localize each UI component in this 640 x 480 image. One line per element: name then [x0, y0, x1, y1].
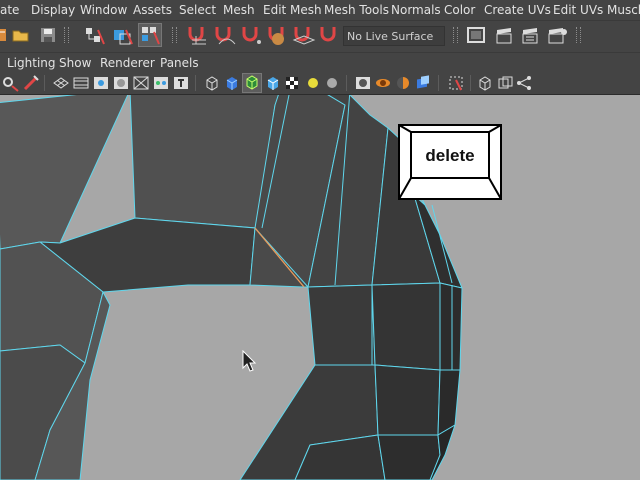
- depth-of-field-icon[interactable]: [414, 74, 432, 92]
- shelf-divider[interactable]: [172, 27, 177, 43]
- menu-normals[interactable]: Normals: [391, 3, 441, 17]
- toolbar-separator: [438, 75, 439, 91]
- film-gate-icon[interactable]: [72, 74, 90, 92]
- hypershade-icon[interactable]: [546, 25, 568, 45]
- toolbar-separator: [346, 75, 347, 91]
- isolate-select-icon[interactable]: [447, 74, 465, 92]
- open-scene-icon[interactable]: [12, 27, 30, 43]
- toolbar-separator: [44, 75, 45, 91]
- menu-color[interactable]: Color: [444, 3, 475, 17]
- toolbar-separator: [195, 75, 196, 91]
- delete-key-overlay: delete: [398, 124, 502, 200]
- shelf-divider[interactable]: [64, 27, 69, 43]
- menu-create[interactable]: ate: [0, 3, 19, 17]
- shadows-icon[interactable]: [323, 74, 341, 92]
- select-component-icon[interactable]: [138, 23, 162, 47]
- new-scene-icon[interactable]: [0, 28, 8, 42]
- keycap-label: delete: [425, 146, 475, 165]
- select-object-icon[interactable]: [112, 26, 134, 46]
- snap-to-point-icon[interactable]: [240, 24, 264, 46]
- menu-assets[interactable]: Assets: [133, 3, 172, 17]
- default-material-icon[interactable]: [264, 74, 282, 92]
- textured-icon[interactable]: [283, 74, 301, 92]
- panel-menu-lighting[interactable]: Lighting: [7, 56, 56, 70]
- menu-select[interactable]: Select: [179, 3, 216, 17]
- menu-mesh[interactable]: Mesh: [223, 3, 255, 17]
- camera-attributes-icon[interactable]: [22, 74, 40, 92]
- grid-icon[interactable]: [52, 74, 70, 92]
- save-scene-icon[interactable]: [40, 27, 56, 43]
- menu-muscle[interactable]: Muscle: [607, 3, 640, 17]
- shelf-divider[interactable]: [453, 27, 458, 43]
- menu-edit-uvs[interactable]: Edit UVs: [553, 3, 603, 17]
- menu-edit-mesh[interactable]: Edit Mesh: [263, 3, 322, 17]
- panel-menubar: Lighting Show Renderer Panels: [0, 52, 640, 73]
- safe-title-icon[interactable]: [172, 74, 190, 92]
- snap-to-view-plane-icon[interactable]: [292, 24, 316, 46]
- safe-action-icon[interactable]: [152, 74, 170, 92]
- cursor-icon: [242, 350, 257, 372]
- render-current-frame-icon[interactable]: [494, 25, 514, 45]
- menu-display[interactable]: Display: [31, 3, 75, 17]
- main-menubar: ate Display Window Assets Select Mesh Ed…: [0, 0, 640, 20]
- xray-icon[interactable]: [476, 74, 494, 92]
- make-live-icon[interactable]: [318, 24, 342, 46]
- snap-to-projected-center-icon[interactable]: [266, 24, 290, 46]
- panel-menu-panels[interactable]: Panels: [160, 56, 199, 70]
- camera-select-icon[interactable]: [2, 74, 20, 92]
- ipr-render-icon[interactable]: [520, 25, 540, 45]
- panel-menu-renderer[interactable]: Renderer: [100, 56, 155, 70]
- wireframe-on-shaded-icon[interactable]: [242, 73, 262, 93]
- select-hierarchy-icon[interactable]: [84, 26, 106, 46]
- menu-mesh-tools[interactable]: Mesh Tools: [324, 3, 389, 17]
- snap-to-grid-icon[interactable]: [186, 24, 210, 46]
- screen-space-ao-icon[interactable]: [354, 74, 372, 92]
- use-all-lights-icon[interactable]: [304, 74, 322, 92]
- 3d-viewport[interactable]: [0, 95, 640, 480]
- live-surface-field[interactable]: No Live Surface: [343, 26, 445, 46]
- wireframe-shading-icon[interactable]: [203, 74, 221, 92]
- xray-joints-icon[interactable]: [515, 74, 533, 92]
- snap-to-curve-icon[interactable]: [213, 24, 237, 46]
- anti-aliasing-icon[interactable]: [394, 74, 412, 92]
- resolution-gate-icon[interactable]: [92, 74, 110, 92]
- smooth-shading-icon[interactable]: [223, 74, 241, 92]
- toolbar-separator: [470, 75, 471, 91]
- render-settings-icon[interactable]: [466, 25, 486, 45]
- field-chart-icon[interactable]: [132, 74, 150, 92]
- gate-mask-icon[interactable]: [112, 74, 130, 92]
- xray-active-components-icon[interactable]: [496, 74, 514, 92]
- panel-menu-show[interactable]: Show: [59, 56, 91, 70]
- mesh-wireframe: [0, 95, 463, 480]
- menu-window[interactable]: Window: [80, 3, 127, 17]
- shelf-divider[interactable]: [576, 27, 581, 43]
- motion-blur-icon[interactable]: [374, 74, 392, 92]
- menu-create-uvs[interactable]: Create UVs: [484, 3, 551, 17]
